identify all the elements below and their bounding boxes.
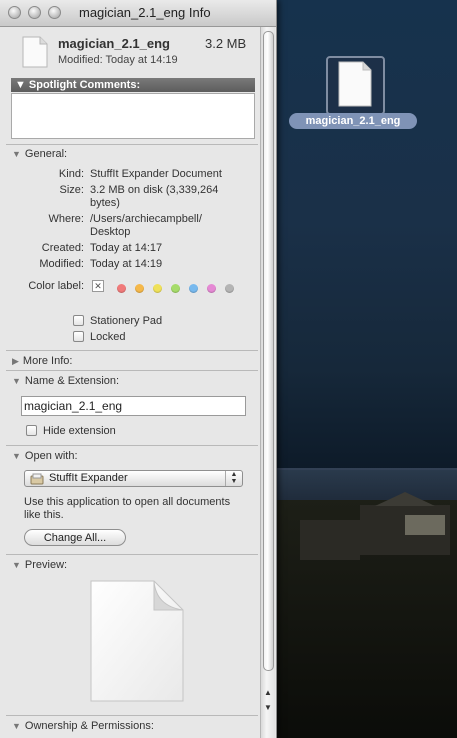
disclosure-open-icon: ▼ bbox=[12, 451, 21, 461]
kind-value: StuffIt Expander Document bbox=[90, 168, 222, 180]
disclosure-open-icon: ▼ bbox=[12, 376, 21, 386]
name-extension-label: Name & Extension: bbox=[24, 375, 120, 387]
desktop-file-label[interactable]: magician_2.1_eng bbox=[289, 113, 417, 129]
info-content: magician_2.1_eng 3.2 MB Modified: Today … bbox=[6, 27, 258, 738]
preview-header[interactable]: ▼ Preview: bbox=[12, 559, 67, 571]
where-value-folder: Desktop bbox=[90, 226, 131, 238]
window-title: magician_2.1_eng Info bbox=[79, 5, 211, 20]
popup-arrows-icon: ▲ ▼ bbox=[225, 471, 242, 486]
divider bbox=[6, 715, 258, 716]
desktop-roof bbox=[375, 492, 435, 506]
close-button[interactable] bbox=[8, 6, 21, 19]
created-value: Today at 14:17 bbox=[90, 242, 163, 254]
more-info-header[interactable]: ▶ More Info: bbox=[12, 355, 72, 367]
ownership-permissions-label: Ownership & Permissions: bbox=[24, 720, 154, 732]
scroll-down-arrow-icon[interactable]: ▼ bbox=[262, 702, 274, 714]
desktop-house-lit bbox=[405, 515, 445, 535]
desktop-house bbox=[300, 520, 360, 560]
scroll-thumb[interactable] bbox=[263, 31, 274, 671]
locked-checkbox[interactable] bbox=[73, 331, 84, 342]
kind-label: Kind: bbox=[58, 168, 84, 180]
where-label: Where: bbox=[48, 213, 84, 225]
document-icon bbox=[338, 61, 372, 107]
desktop-horizon bbox=[275, 468, 457, 470]
stuffit-app-icon bbox=[30, 473, 44, 485]
scroll-up-arrow-icon[interactable]: ▲ bbox=[262, 687, 274, 699]
open-with-description: Use this application to open all documen… bbox=[24, 496, 231, 508]
file-name: magician_2.1_eng bbox=[58, 36, 170, 51]
open-with-description-cont: like this. bbox=[24, 509, 64, 521]
stationery-pad-checkbox[interactable] bbox=[73, 315, 84, 326]
color-label-none[interactable]: ✕ bbox=[92, 280, 104, 292]
size-value-bytes: bytes) bbox=[90, 197, 120, 209]
divider bbox=[6, 554, 258, 555]
divider bbox=[6, 144, 258, 145]
general-header[interactable]: ▼ General: bbox=[12, 148, 67, 160]
open-with-popup[interactable]: StuffIt Expander ▲ ▼ bbox=[24, 470, 243, 487]
file-size: 3.2 MB bbox=[205, 36, 247, 51]
hide-extension-label: Hide extension bbox=[43, 425, 116, 437]
info-window: magician_2.1_eng Info magician_2.1_eng 3… bbox=[0, 0, 277, 738]
stationery-pad-label: Stationery Pad bbox=[90, 315, 163, 327]
more-info-label: More Info: bbox=[22, 355, 73, 367]
size-label: Size: bbox=[59, 184, 84, 196]
created-label: Created: bbox=[41, 242, 84, 254]
document-icon bbox=[22, 36, 48, 68]
title-bar[interactable]: magician_2.1_eng Info bbox=[0, 0, 276, 27]
color-label: Color label: bbox=[28, 280, 84, 292]
color-label-blue[interactable] bbox=[189, 284, 198, 293]
where-value: /Users/archiecampbell/ bbox=[90, 213, 202, 225]
ownership-permissions-header[interactable]: ▼ Ownership & Permissions: bbox=[12, 720, 154, 732]
minimize-button[interactable] bbox=[28, 6, 41, 19]
modified-label: Modified: bbox=[39, 258, 84, 270]
disclosure-open-icon: ▼ bbox=[12, 721, 21, 731]
disclosure-closed-icon: ▶ bbox=[12, 356, 19, 366]
spotlight-comments-header[interactable]: ▼ Spotlight Comments: bbox=[11, 78, 255, 92]
file-modified: Modified: Today at 14:19 bbox=[58, 54, 178, 66]
spotlight-comments-label: Spotlight Comments: bbox=[28, 79, 141, 91]
divider bbox=[6, 445, 258, 446]
preview-label: Preview: bbox=[24, 559, 68, 571]
disclosure-open-icon: ▼ bbox=[15, 79, 26, 91]
desktop-file-icon[interactable] bbox=[326, 56, 385, 115]
general-label: General: bbox=[24, 148, 68, 160]
disclosure-open-icon: ▼ bbox=[12, 560, 21, 570]
divider bbox=[6, 350, 258, 351]
color-label-orange[interactable] bbox=[135, 284, 144, 293]
modified-value: Today at 14:19 bbox=[90, 258, 163, 270]
change-all-button[interactable]: Change All... bbox=[24, 529, 126, 546]
color-label-gray[interactable] bbox=[225, 284, 234, 293]
size-value: 3.2 MB on disk (3,339,264 bbox=[90, 184, 219, 196]
name-extension-header[interactable]: ▼ Name & Extension: bbox=[12, 375, 119, 387]
preview-document-icon bbox=[90, 580, 184, 702]
divider bbox=[6, 370, 258, 371]
zoom-button[interactable] bbox=[48, 6, 61, 19]
color-label-yellow[interactable] bbox=[153, 284, 162, 293]
hide-extension-checkbox[interactable] bbox=[26, 425, 37, 436]
open-with-label: Open with: bbox=[24, 450, 78, 462]
color-label-green[interactable] bbox=[171, 284, 180, 293]
disclosure-open-icon: ▼ bbox=[12, 149, 21, 159]
color-label-purple[interactable] bbox=[207, 284, 216, 293]
open-with-header[interactable]: ▼ Open with: bbox=[12, 450, 78, 462]
name-field[interactable]: magician_2.1_eng bbox=[21, 396, 246, 416]
spotlight-comments-field[interactable] bbox=[11, 93, 255, 139]
color-label-red[interactable] bbox=[117, 284, 126, 293]
vertical-scrollbar[interactable]: ▲ ▼ bbox=[260, 27, 275, 738]
locked-label: Locked bbox=[90, 331, 126, 343]
open-with-app-name: StuffIt Expander bbox=[49, 472, 128, 484]
